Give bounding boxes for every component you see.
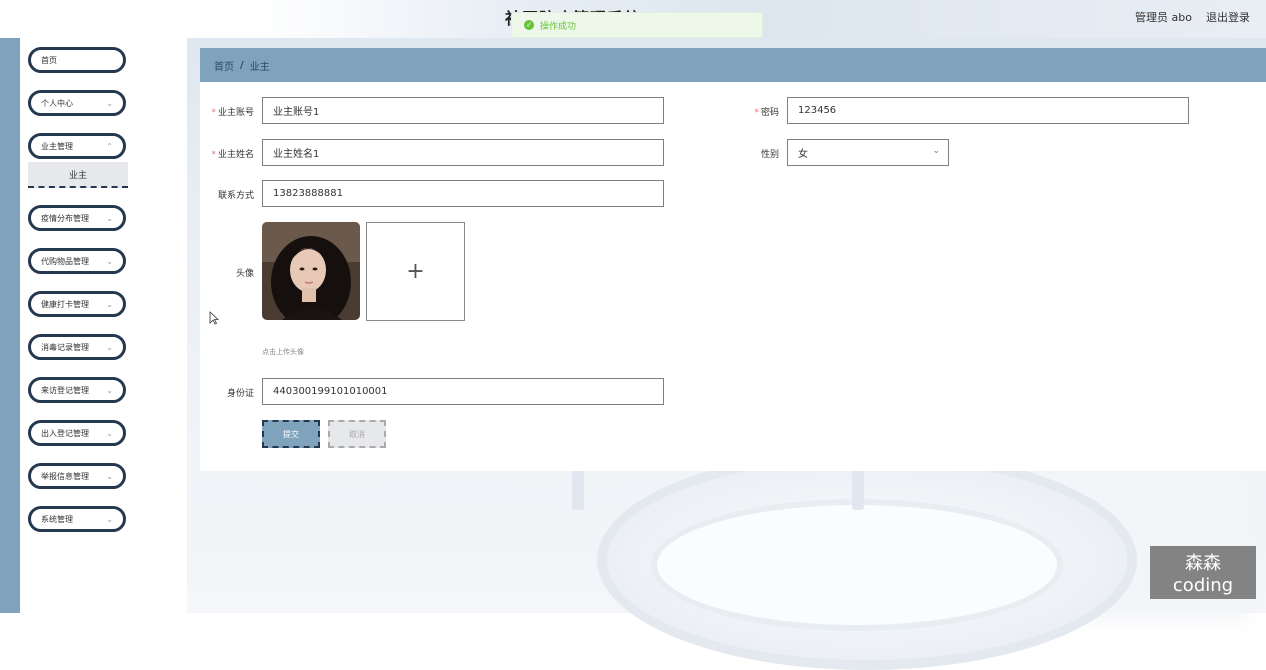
sidebar-item-label: 来访登记管理 <box>41 385 89 395</box>
sidebar-item-label: 业主管理 <box>41 141 73 151</box>
toast-message: 操作成功 <box>540 21 577 32</box>
logout-link[interactable]: 退出登录 <box>1206 9 1250 25</box>
chevron-down-icon: ⌄ <box>106 343 113 352</box>
breadcrumb-separator: / <box>240 59 244 71</box>
sidebar-item-epidemic-distribution[interactable]: 疫情分布管理 ⌄ <box>28 205 126 231</box>
sidebar-edge <box>0 38 20 613</box>
avatar-upload-hint: 点击上传头像 <box>262 348 304 356</box>
edit-form-panel: 首页 / 业主 * 业主账号 业主账号1 * 密码 123456 * 业主姓名 业主姓… <box>200 48 1266 471</box>
sidebar-item-label: 举报信息管理 <box>41 471 89 481</box>
required-marker: * <box>211 150 216 160</box>
password-label: * 密码 <box>730 105 779 118</box>
id-card-label: 身份证 <box>226 389 254 399</box>
user-area: 管理员 abo 退出登录 <box>1135 9 1250 25</box>
check-circle-icon: ✓ <box>524 20 534 30</box>
background-pillar <box>572 470 584 510</box>
background-pillar <box>852 470 864 510</box>
phone-label: 联系方式 <box>217 191 254 201</box>
cancel-button[interactable]: 取消 <box>328 420 386 448</box>
breadcrumb-home[interactable]: 首页 <box>214 58 234 73</box>
submit-button[interactable]: 提交 <box>262 420 320 448</box>
chevron-down-icon: ⌄ <box>106 300 113 309</box>
success-toast: ✓ 操作成功 <box>511 12 763 38</box>
sidebar-item-label: 个人中心 <box>41 98 73 108</box>
name-input[interactable]: 业主姓名1 <box>262 139 664 166</box>
chevron-down-icon: ⌄ <box>106 472 113 481</box>
id-card-input[interactable]: 440300199101010001 <box>262 378 664 405</box>
sidebar-item-home[interactable]: 首页 <box>28 47 126 73</box>
chevron-down-icon: ⌄ <box>106 515 113 524</box>
sidebar-item-label: 系统管理 <box>41 514 73 524</box>
chevron-down-icon: ⌄ <box>106 386 113 395</box>
password-label-text: 密码 <box>760 108 779 118</box>
account-label: * 业主账号 <box>200 105 254 118</box>
sidebar-item-label: 健康打卡管理 <box>41 299 89 309</box>
account-input[interactable]: 业主账号1 <box>262 97 664 124</box>
sidebar-item-personal-center[interactable]: 个人中心 ⌄ <box>28 90 126 116</box>
sidebar-item-disinfection[interactable]: 消毒记录管理 ⌄ <box>28 334 126 360</box>
background-platform-inner <box>657 505 1057 625</box>
chevron-down-icon: ⌄ <box>106 99 113 108</box>
chevron-down-icon: ⌄ <box>106 214 113 223</box>
sidebar-item-visitor[interactable]: 来访登记管理 ⌄ <box>28 377 126 403</box>
sidebar-subitem-label: 业主 <box>68 170 87 181</box>
chevron-down-icon: ⌄ <box>106 429 113 438</box>
sidebar-item-access[interactable]: 出入登记管理 ⌄ <box>28 420 126 446</box>
upload-plus-button[interactable]: + <box>366 222 465 321</box>
sidebar-item-report[interactable]: 举报信息管理 ⌄ <box>28 463 126 489</box>
sidebar: 首页 个人中心 ⌄ 业主管理 ⌃ 业主 疫情分布管理 ⌄ 代购物品管理 ⌄ 健康… <box>20 38 186 613</box>
sidebar-item-owner-management[interactable]: 业主管理 ⌃ <box>28 133 126 159</box>
avatar-label: 头像 <box>235 269 254 279</box>
mouse-cursor-icon <box>209 311 219 325</box>
breadcrumb: 首页 / 业主 <box>200 48 1266 82</box>
avatar-image[interactable] <box>262 222 360 320</box>
sidebar-item-label: 代购物品管理 <box>41 256 89 266</box>
sidebar-item-label: 疫情分布管理 <box>41 213 89 223</box>
sidebar-item-system[interactable]: 系统管理 ⌄ <box>28 506 126 532</box>
gender-select-value: 女 <box>798 149 808 160</box>
required-marker: * <box>754 108 759 118</box>
required-marker: * <box>211 108 216 118</box>
avatar-photo <box>262 222 360 320</box>
gender-label: 性别 <box>760 150 779 160</box>
sidebar-item-purchase[interactable]: 代购物品管理 ⌄ <box>28 248 126 274</box>
password-input[interactable]: 123456 <box>787 97 1189 124</box>
phone-input[interactable]: 13823888881 <box>262 180 664 207</box>
sidebar-item-label: 出入登记管理 <box>41 428 89 438</box>
sidebar-item-label: 首页 <box>41 55 57 65</box>
sidebar-subitem-owner[interactable]: 业主 <box>28 162 128 188</box>
chevron-down-icon: ⌄ <box>932 146 940 156</box>
chevron-down-icon: ⌄ <box>106 257 113 266</box>
plus-icon: + <box>406 259 425 284</box>
name-label-text: 业主姓名 <box>217 150 254 160</box>
sidebar-item-label: 消毒记录管理 <box>41 342 89 352</box>
account-label-text: 业主账号 <box>217 108 254 118</box>
watermark: 森森coding <box>1150 546 1256 599</box>
user-name: 管理员 abo <box>1135 11 1192 24</box>
breadcrumb-current: 业主 <box>249 61 270 73</box>
gender-select[interactable]: 女 ⌄ <box>787 139 949 166</box>
sidebar-item-health-checkin[interactable]: 健康打卡管理 ⌄ <box>28 291 126 317</box>
name-label: * 业主姓名 <box>200 147 254 160</box>
chevron-up-icon: ⌃ <box>106 142 113 151</box>
